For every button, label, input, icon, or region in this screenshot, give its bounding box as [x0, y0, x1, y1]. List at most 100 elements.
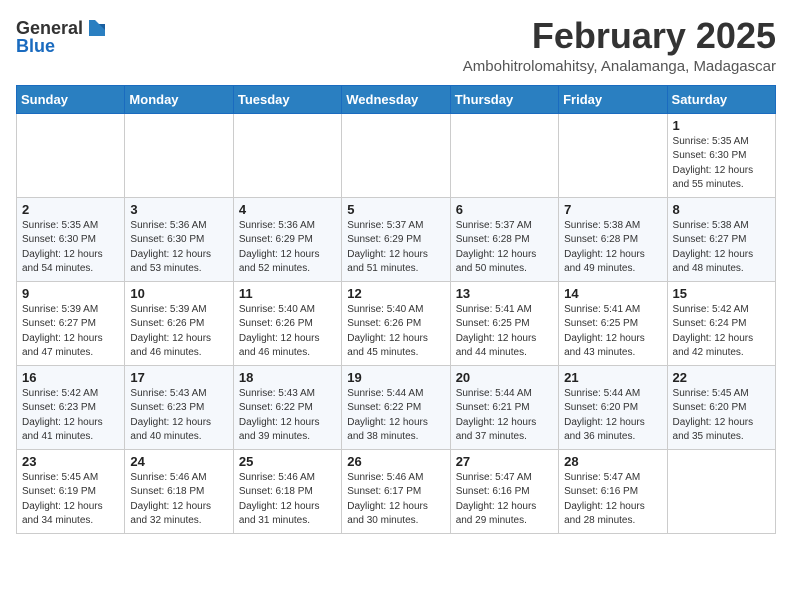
location-title: Ambohitrolomahitsy, Analamanga, Madagasc…: [463, 58, 776, 75]
day-number: 27: [456, 454, 553, 469]
title-block: February 2025 Ambohitrolomahitsy, Analam…: [463, 16, 776, 75]
table-row: [450, 113, 558, 197]
day-number: 4: [239, 202, 336, 217]
table-row: 25 Sunrise: 5:46 AM Sunset: 6:18 PM Dayli…: [233, 449, 341, 533]
table-row: 13 Sunrise: 5:41 AM Sunset: 6:25 PM Dayli…: [450, 281, 558, 365]
day-info: Sunrise: 5:38 AM Sunset: 6:28 PM Dayligh…: [564, 219, 661, 277]
table-row: 6Sunrise: 5:37 AM Sunset: 6:28 PM Daylig…: [450, 197, 558, 281]
table-row: 5Sunrise: 5:37 AM Sunset: 6:29 PM Daylig…: [342, 197, 450, 281]
day-info: Sunrise: 5:43 AM Sunset: 6:22 PM Dayligh…: [239, 387, 336, 445]
day-info: Sunrise: 5:35 AM Sunset: 6:30 PM Dayligh…: [673, 135, 770, 193]
header-friday: Friday: [559, 85, 667, 113]
table-row: 27 Sunrise: 5:47 AM Sunset: 6:16 PM Dayli…: [450, 449, 558, 533]
day-info: Sunrise: 5:39 AM Sunset: 6:27 PM Dayligh…: [22, 303, 119, 361]
table-row: 4 Sunrise: 5:36 AM Sunset: 6:29 PM Daylig…: [233, 197, 341, 281]
month-title: February 2025: [463, 16, 776, 56]
day-number: 11: [239, 286, 336, 301]
day-number: 26: [347, 454, 444, 469]
day-info: Sunrise: 5:40 AM Sunset: 6:26 PM Dayligh…: [239, 303, 336, 361]
header-saturday: Saturday: [667, 85, 775, 113]
day-number: 13: [456, 286, 553, 301]
table-row: [667, 449, 775, 533]
table-row: 7 Sunrise: 5:38 AM Sunset: 6:28 PM Daylig…: [559, 197, 667, 281]
day-info: Sunrise: 5:43 AM Sunset: 6:23 PM Dayligh…: [130, 387, 227, 445]
day-number: 25: [239, 454, 336, 469]
table-row: 18 Sunrise: 5:43 AM Sunset: 6:22 PM Dayli…: [233, 365, 341, 449]
day-number: 24: [130, 454, 227, 469]
day-info: Sunrise: 5:46 AM Sunset: 6:17 PM Dayligh…: [347, 471, 444, 529]
day-number: 21: [564, 370, 661, 385]
day-info: Sunrise: 5:44 AM Sunset: 6:22 PM Dayligh…: [347, 387, 444, 445]
day-info: Sunrise: 5:36 AM Sunset: 6:29 PM Dayligh…: [239, 219, 336, 277]
day-number: 17: [130, 370, 227, 385]
table-row: 14 Sunrise: 5:41 AM Sunset: 6:25 PM Dayli…: [559, 281, 667, 365]
day-info: Sunrise: 5:40 AM Sunset: 6:26 PM Dayligh…: [347, 303, 444, 361]
calendar-week-row: 16 Sunrise: 5:42 AM Sunset: 6:23 PM Dayli…: [17, 365, 776, 449]
day-number: 15: [673, 286, 770, 301]
table-row: 17 Sunrise: 5:43 AM Sunset: 6:23 PM Dayli…: [125, 365, 233, 449]
day-info: Sunrise: 5:42 AM Sunset: 6:23 PM Dayligh…: [22, 387, 119, 445]
day-number: 6: [456, 202, 553, 217]
day-number: 16: [22, 370, 119, 385]
calendar-table: Sunday Monday Tuesday Wednesday Thursday…: [16, 85, 776, 534]
day-info: Sunrise: 5:45 AM Sunset: 6:20 PM Dayligh…: [673, 387, 770, 445]
day-number: 14: [564, 286, 661, 301]
table-row: 15 Sunrise: 5:42 AM Sunset: 6:24 PM Dayli…: [667, 281, 775, 365]
page-header: General Blue February 2025 Ambohitroloma…: [16, 16, 776, 75]
header-thursday: Thursday: [450, 85, 558, 113]
day-number: 20: [456, 370, 553, 385]
day-number: 23: [22, 454, 119, 469]
table-row: [342, 113, 450, 197]
day-number: 5: [347, 202, 444, 217]
table-row: 28Sunrise: 5:47 AM Sunset: 6:16 PM Dayli…: [559, 449, 667, 533]
header-wednesday: Wednesday: [342, 85, 450, 113]
header-sunday: Sunday: [17, 85, 125, 113]
calendar-week-row: 1Sunrise: 5:35 AM Sunset: 6:30 PM Daylig…: [17, 113, 776, 197]
table-row: 19 Sunrise: 5:44 AM Sunset: 6:22 PM Dayli…: [342, 365, 450, 449]
table-row: 10 Sunrise: 5:39 AM Sunset: 6:26 PM Dayli…: [125, 281, 233, 365]
table-row: 3 Sunrise: 5:36 AM Sunset: 6:30 PM Daylig…: [125, 197, 233, 281]
day-info: Sunrise: 5:47 AM Sunset: 6:16 PM Dayligh…: [564, 471, 661, 529]
table-row: 12Sunrise: 5:40 AM Sunset: 6:26 PM Dayli…: [342, 281, 450, 365]
day-info: Sunrise: 5:44 AM Sunset: 6:20 PM Dayligh…: [564, 387, 661, 445]
table-row: 11 Sunrise: 5:40 AM Sunset: 6:26 PM Dayli…: [233, 281, 341, 365]
table-row: [233, 113, 341, 197]
header-tuesday: Tuesday: [233, 85, 341, 113]
day-info: Sunrise: 5:35 AM Sunset: 6:30 PM Dayligh…: [22, 219, 119, 277]
table-row: 21 Sunrise: 5:44 AM Sunset: 6:20 PM Dayli…: [559, 365, 667, 449]
table-row: [125, 113, 233, 197]
table-row: 9 Sunrise: 5:39 AM Sunset: 6:27 PM Daylig…: [17, 281, 125, 365]
table-row: 2 Sunrise: 5:35 AM Sunset: 6:30 PM Daylig…: [17, 197, 125, 281]
table-row: 20 Sunrise: 5:44 AM Sunset: 6:21 PM Dayli…: [450, 365, 558, 449]
day-info: Sunrise: 5:36 AM Sunset: 6:30 PM Dayligh…: [130, 219, 227, 277]
day-info: Sunrise: 5:41 AM Sunset: 6:25 PM Dayligh…: [564, 303, 661, 361]
day-number: 3: [130, 202, 227, 217]
day-number: 19: [347, 370, 444, 385]
calendar-header-row: Sunday Monday Tuesday Wednesday Thursday…: [17, 85, 776, 113]
day-info: Sunrise: 5:46 AM Sunset: 6:18 PM Dayligh…: [239, 471, 336, 529]
calendar-week-row: 23 Sunrise: 5:45 AM Sunset: 6:19 PM Dayli…: [17, 449, 776, 533]
day-info: Sunrise: 5:45 AM Sunset: 6:19 PM Dayligh…: [22, 471, 119, 529]
day-info: Sunrise: 5:44 AM Sunset: 6:21 PM Dayligh…: [456, 387, 553, 445]
header-monday: Monday: [125, 85, 233, 113]
day-info: Sunrise: 5:47 AM Sunset: 6:16 PM Dayligh…: [456, 471, 553, 529]
day-info: Sunrise: 5:41 AM Sunset: 6:25 PM Dayligh…: [456, 303, 553, 361]
day-number: 2: [22, 202, 119, 217]
table-row: 24Sunrise: 5:46 AM Sunset: 6:18 PM Dayli…: [125, 449, 233, 533]
table-row: 22Sunrise: 5:45 AM Sunset: 6:20 PM Dayli…: [667, 365, 775, 449]
table-row: 23 Sunrise: 5:45 AM Sunset: 6:19 PM Dayli…: [17, 449, 125, 533]
table-row: 1Sunrise: 5:35 AM Sunset: 6:30 PM Daylig…: [667, 113, 775, 197]
logo-blue: Blue: [16, 36, 55, 57]
calendar-week-row: 9 Sunrise: 5:39 AM Sunset: 6:27 PM Daylig…: [17, 281, 776, 365]
day-number: 10: [130, 286, 227, 301]
table-row: 16 Sunrise: 5:42 AM Sunset: 6:23 PM Dayli…: [17, 365, 125, 449]
day-number: 7: [564, 202, 661, 217]
table-row: 8Sunrise: 5:38 AM Sunset: 6:27 PM Daylig…: [667, 197, 775, 281]
logo-icon: [85, 16, 109, 40]
day-info: Sunrise: 5:42 AM Sunset: 6:24 PM Dayligh…: [673, 303, 770, 361]
day-info: Sunrise: 5:39 AM Sunset: 6:26 PM Dayligh…: [130, 303, 227, 361]
day-number: 9: [22, 286, 119, 301]
table-row: [559, 113, 667, 197]
day-info: Sunrise: 5:38 AM Sunset: 6:27 PM Dayligh…: [673, 219, 770, 277]
day-number: 18: [239, 370, 336, 385]
